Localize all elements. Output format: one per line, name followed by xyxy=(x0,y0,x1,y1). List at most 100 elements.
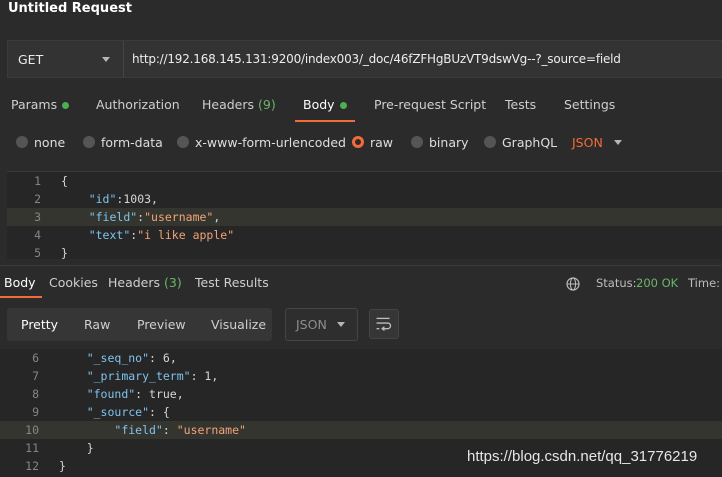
tab-settings[interactable]: Settings xyxy=(564,90,615,122)
code-text: "field":"username", xyxy=(61,208,221,226)
code-token: "field" xyxy=(114,423,163,437)
radio-label-form-data[interactable]: form-data xyxy=(101,135,163,150)
indicator-dot-icon xyxy=(62,102,70,109)
code-token: "username" xyxy=(144,210,214,224)
header-count-badge: (3) xyxy=(164,275,182,290)
globe-icon[interactable] xyxy=(566,277,580,291)
view-raw[interactable]: Raw xyxy=(84,308,110,341)
tab-response-headers[interactable]: Headers (3) xyxy=(108,268,182,298)
response-format-select[interactable]: JSON xyxy=(285,308,358,341)
response-tabs: Body Cookies Headers (3) Test Results St… xyxy=(0,268,722,298)
radio-x-www-form-urlencoded[interactable] xyxy=(177,136,189,148)
code-line: 2 "id":1003, xyxy=(7,190,722,208)
code-token: : xyxy=(149,351,163,365)
radio-label-graphql[interactable]: GraphQL xyxy=(502,135,557,150)
status-label: Status: xyxy=(596,276,637,290)
code-text: "_seq_no": 6, xyxy=(59,349,177,367)
tab-headers[interactable]: Headers (9) xyxy=(202,90,276,122)
radio-label-none[interactable]: none xyxy=(34,135,65,150)
radio-none[interactable] xyxy=(16,136,28,148)
tab-params[interactable]: Params xyxy=(11,90,70,122)
url-input[interactable]: http://192.168.145.131:9200/index003/_do… xyxy=(132,41,621,77)
tab-response-body[interactable]: Body xyxy=(0,268,42,298)
method-select[interactable]: GET xyxy=(8,41,123,77)
code-token: , xyxy=(213,210,221,224)
code-text: { xyxy=(61,172,68,190)
line-number: 8 xyxy=(32,387,39,401)
tab-label: Body xyxy=(4,275,36,290)
view-preview[interactable]: Preview xyxy=(137,308,186,341)
line-number: 5 xyxy=(34,246,41,260)
line-number: 1 xyxy=(34,174,41,188)
radio-raw[interactable] xyxy=(352,136,364,148)
request-title[interactable]: Untitled Request xyxy=(8,1,132,16)
tab-pre-request-script[interactable]: Pre-request Script xyxy=(374,90,486,122)
tab-label: Params xyxy=(11,97,58,112)
tab-label: Body xyxy=(303,97,335,112)
status-value[interactable]: 200 OK xyxy=(636,268,678,298)
request-tabs: Params Authorization Headers (9) Body Pr… xyxy=(0,90,722,122)
pane-divider[interactable] xyxy=(0,265,722,266)
code-token: "_primary_term" xyxy=(86,369,191,383)
view-pretty[interactable]: Pretty xyxy=(21,308,58,341)
code-text: "_source": { xyxy=(59,403,170,421)
code-token: "text" xyxy=(88,228,131,242)
tab-cookies[interactable]: Cookies xyxy=(49,268,98,298)
code-token: { xyxy=(61,174,68,188)
active-tab-underline xyxy=(295,120,355,122)
code-token: "_seq_no" xyxy=(86,351,150,365)
body-format-select[interactable]: JSON xyxy=(572,135,603,150)
radio-binary[interactable] xyxy=(411,136,423,148)
tab-authorization[interactable]: Authorization xyxy=(96,90,180,122)
code-token: : xyxy=(162,423,177,437)
code-text: "_primary_term": 1, xyxy=(59,367,219,385)
code-line: 10 "field": "username" xyxy=(0,421,722,439)
code-token: , xyxy=(211,369,219,383)
view-visualize[interactable]: Visualize xyxy=(211,308,266,341)
radio-label-x-www-form-urlencoded[interactable]: x-www-form-urlencoded xyxy=(195,135,346,150)
radio-form-data[interactable] xyxy=(83,136,95,148)
body-type-selector: none form-data x-www-form-urlencoded raw… xyxy=(0,133,722,153)
watermark: https://blog.csdn.net/qq_31776219 xyxy=(467,448,698,465)
code-token: : { xyxy=(149,405,170,419)
tab-label: Authorization xyxy=(96,97,180,112)
radio-graphql[interactable] xyxy=(484,136,496,148)
radio-label-raw[interactable]: raw xyxy=(370,135,393,150)
line-number: 12 xyxy=(25,459,39,473)
code-line: 1{ xyxy=(7,172,722,190)
code-token: } xyxy=(59,441,94,455)
tab-tests[interactable]: Tests xyxy=(505,90,536,122)
code-token: , xyxy=(169,351,177,365)
format-label: JSON xyxy=(572,135,603,150)
code-token: true xyxy=(149,387,177,401)
tab-body[interactable]: Body xyxy=(295,90,355,122)
chevron-down-icon[interactable] xyxy=(614,140,622,145)
wrap-lines-icon xyxy=(376,317,392,332)
line-number: 4 xyxy=(34,228,41,242)
line-number: 6 xyxy=(32,351,39,365)
wrap-lines-button[interactable] xyxy=(369,309,399,339)
line-number: 3 xyxy=(34,210,41,224)
url-bar: GET http://192.168.145.131:9200/index003… xyxy=(7,40,722,78)
code-token: "id" xyxy=(88,192,117,206)
radio-label-binary[interactable]: binary xyxy=(429,135,469,150)
tab-label: Settings xyxy=(564,97,616,112)
tab-test-results[interactable]: Test Results xyxy=(195,268,269,298)
line-number: 11 xyxy=(25,441,39,455)
code-token: "i like apple" xyxy=(137,228,235,242)
code-text: } xyxy=(59,439,94,457)
code-text: "field": "username" xyxy=(59,421,246,439)
code-line: 8 "found": true, xyxy=(0,385,722,403)
code-token: , xyxy=(176,387,184,401)
header-count-badge: (9) xyxy=(258,97,276,112)
code-text: "found": true, xyxy=(59,385,184,403)
code-line: 3 "field":"username", xyxy=(7,208,722,226)
request-body-editor[interactable]: 1{2 "id":1003, 3 "field":"username", 4 "te… xyxy=(7,171,722,260)
code-line: 6 "_seq_no": 6, xyxy=(0,349,722,367)
indicator-dot-icon xyxy=(339,102,347,109)
tab-label: Test Results xyxy=(195,275,269,290)
